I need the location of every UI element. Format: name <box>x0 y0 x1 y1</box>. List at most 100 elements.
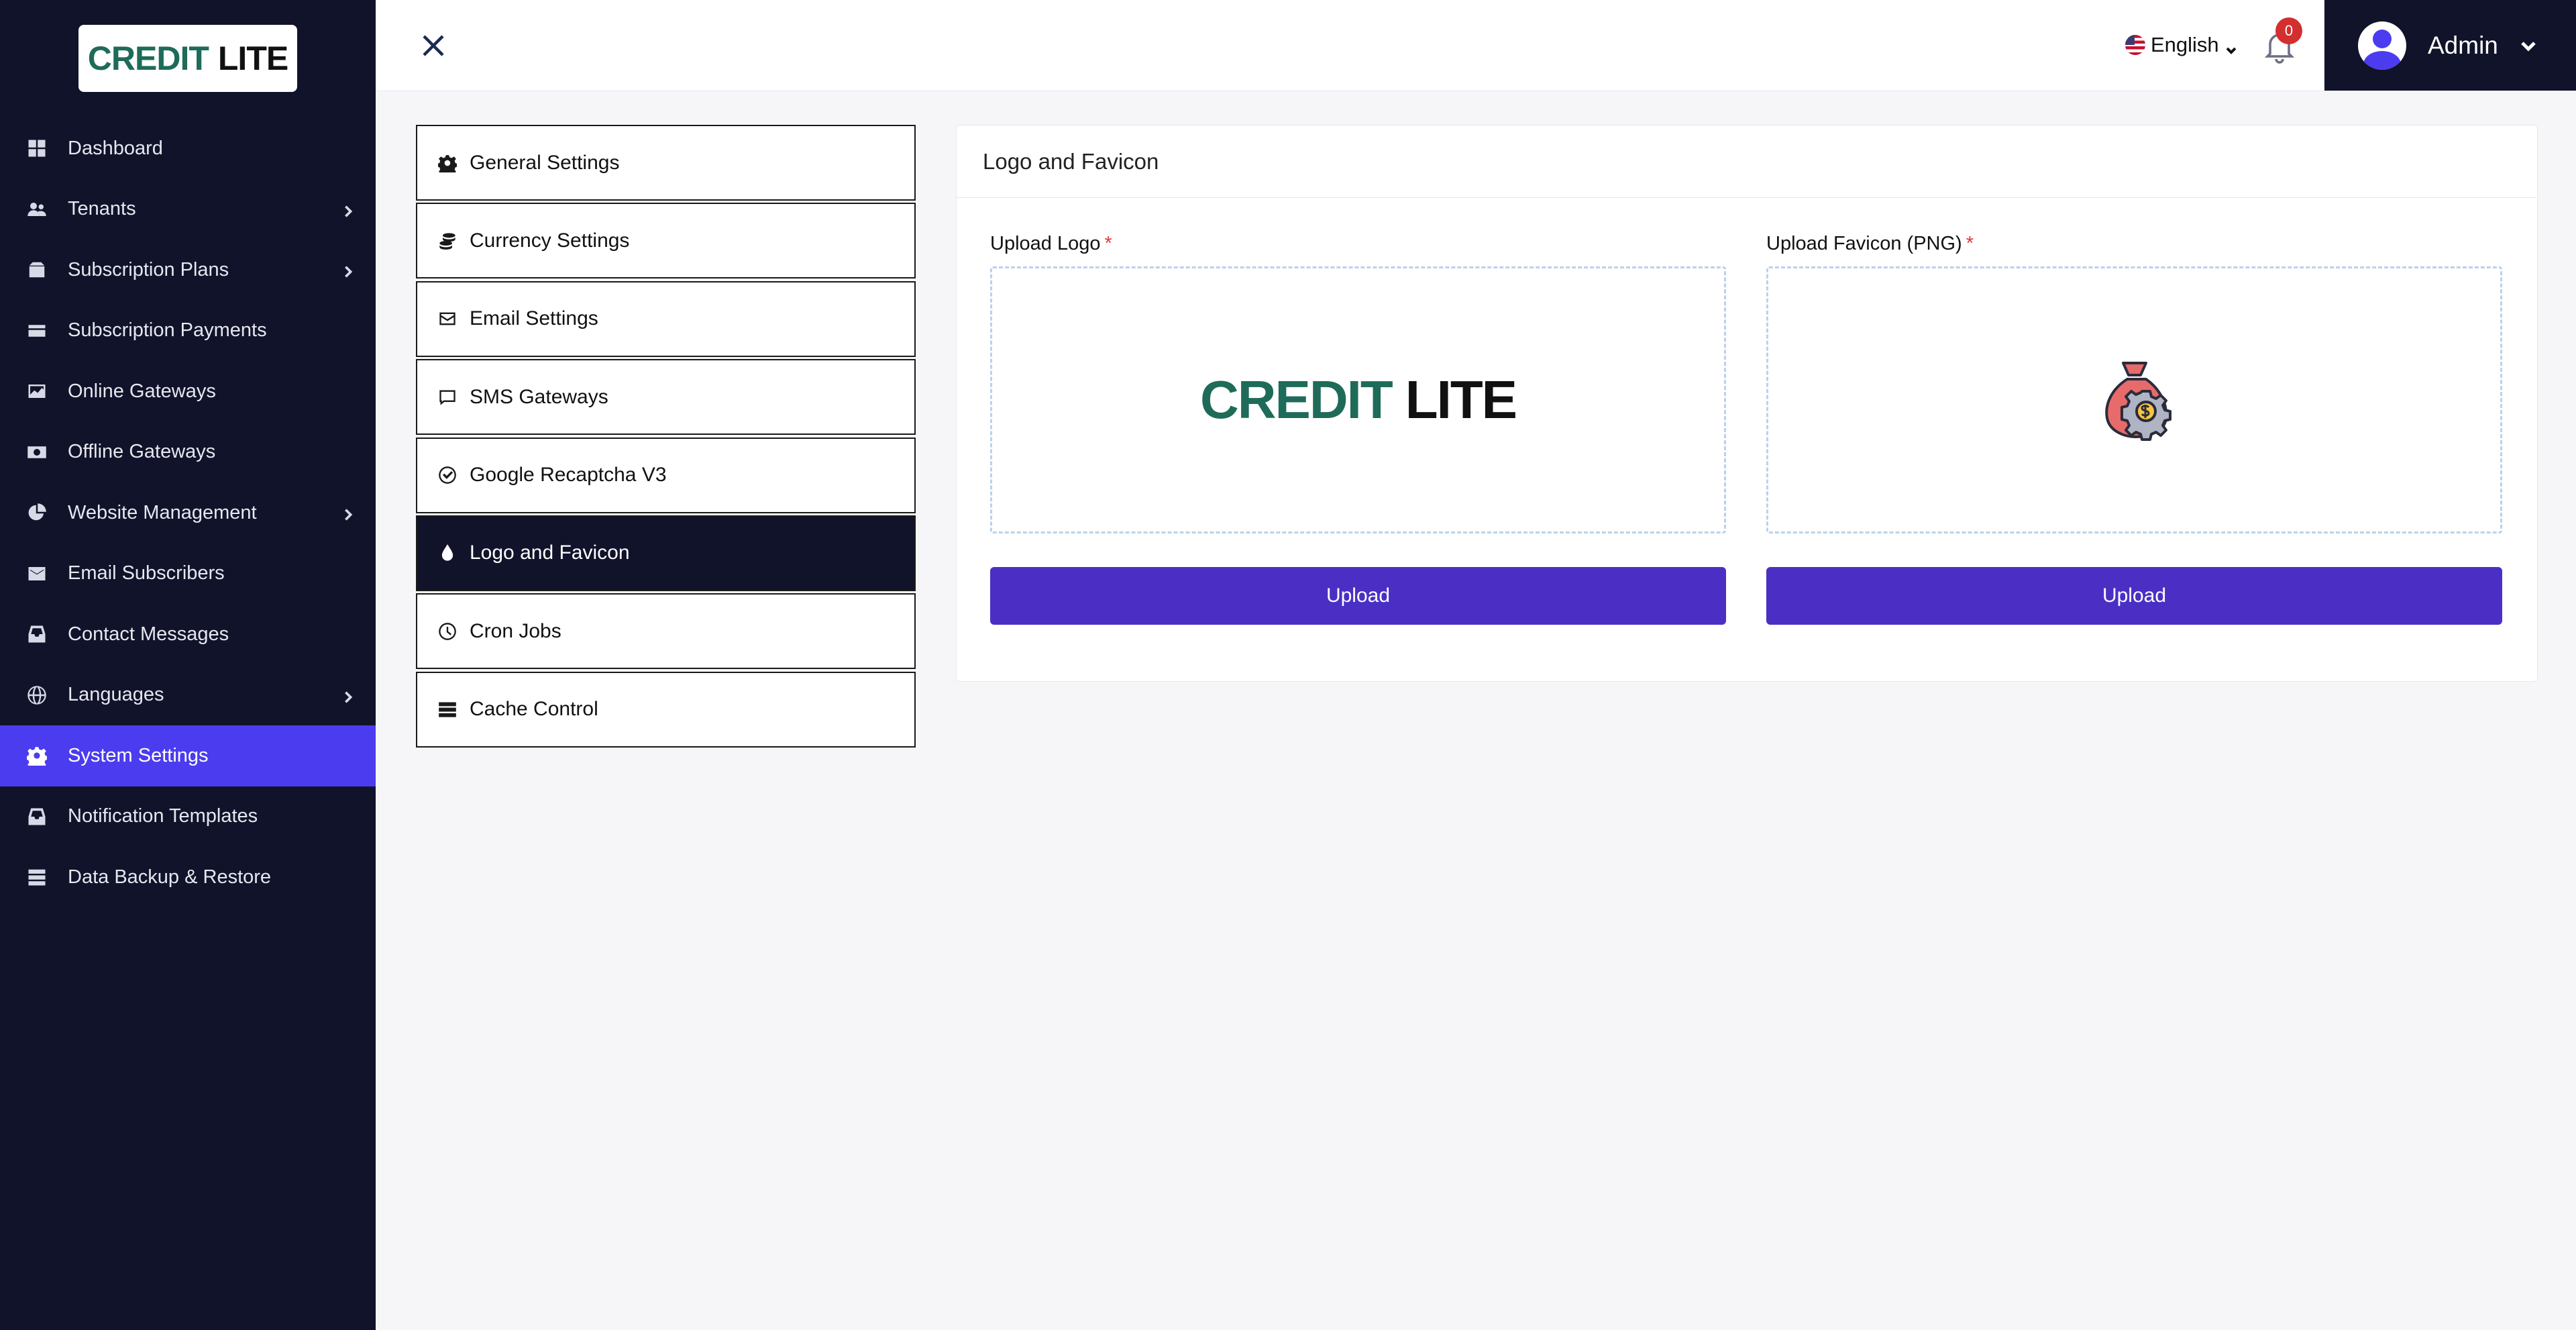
sidebar-item-online-gateways[interactable]: Online Gateways <box>0 361 376 422</box>
settings-item-label: SMS Gateways <box>470 385 608 408</box>
inbox-icon <box>25 623 48 646</box>
box-icon <box>25 258 48 281</box>
close-icon <box>423 35 444 56</box>
droplet-icon <box>437 543 458 563</box>
settings-item-cache-control[interactable]: Cache Control <box>416 671 916 748</box>
sidebar-item-label: Data Backup & Restore <box>68 866 272 888</box>
logo-preview-part1: CREDIT <box>1199 370 1393 429</box>
settings-item-sms-gateways[interactable]: SMS Gateways <box>416 359 916 436</box>
brand-logo[interactable]: CREDIT LITE <box>78 25 297 92</box>
chevron-down-icon <box>2224 38 2238 54</box>
topbar: English 0 Admin <box>376 0 2576 91</box>
sidebar-item-label: Subscription Payments <box>68 319 267 342</box>
sidebar: CREDIT LITE Dashboard Tenants Subscriptio… <box>0 0 376 1330</box>
check-circle-icon <box>437 465 458 485</box>
notification-count-badge: 0 <box>2275 17 2302 44</box>
logo-favicon-card: Logo and Favicon Upload Logo * CREDIT LITE… <box>956 125 2538 682</box>
chevron-down-icon <box>2518 36 2538 56</box>
avatar <box>2358 21 2406 70</box>
sidebar-item-label: Languages <box>68 684 164 706</box>
sidebar-item-subscription-payments[interactable]: Subscription Payments <box>0 301 376 362</box>
sidebar-item-contact-messages[interactable]: Contact Messages <box>0 604 376 665</box>
sidebar-item-label: Email Subscribers <box>68 562 225 584</box>
sidebar-item-label: Subscription Plans <box>68 258 229 280</box>
chevron-right-icon <box>341 688 356 703</box>
logo-dropzone[interactable]: CREDIT LITE <box>990 266 1726 533</box>
comment-icon <box>437 387 458 407</box>
settings-item-label: General Settings <box>470 151 620 174</box>
sidebar-item-label: Notification Templates <box>68 805 258 827</box>
sidebar-item-system-settings[interactable]: System Settings <box>0 725 376 786</box>
sidebar-item-label: Contact Messages <box>68 623 229 645</box>
user-menu[interactable]: Admin <box>2324 0 2576 91</box>
settings-item-label: Currency Settings <box>470 229 630 252</box>
clock-icon <box>437 621 458 642</box>
favicon-upload-label: Upload Favicon (PNG) * <box>1766 233 2502 257</box>
language-selector[interactable]: English <box>2125 30 2238 60</box>
favicon-dropzone[interactable] <box>1766 266 2502 533</box>
money-bill-icon <box>25 441 48 464</box>
gear-icon <box>25 744 48 767</box>
settings-item-label: Logo and Favicon <box>470 542 630 564</box>
sidebar-nav: Dashboard Tenants Subscription Plans Sub… <box>0 118 376 908</box>
sidebar-item-languages[interactable]: Languages <box>0 665 376 726</box>
sidebar-item-tenants[interactable]: Tenants <box>0 179 376 240</box>
required-mark: * <box>1104 233 1112 254</box>
us-flag-icon <box>2125 35 2145 55</box>
favicon-label-text: Upload Favicon (PNG) <box>1766 233 1962 254</box>
upload-favicon-button[interactable]: Upload <box>1766 567 2502 625</box>
logo-preview: CREDIT LITE <box>1199 369 1517 431</box>
card-title: Logo and Favicon <box>957 125 2537 198</box>
logo-upload-label: Upload Logo * <box>990 233 1726 257</box>
gear-icon <box>437 153 458 173</box>
settings-item-label: Cache Control <box>470 698 598 721</box>
sidebar-item-label: Website Management <box>68 501 257 523</box>
sidebar-item-label: Dashboard <box>68 137 163 159</box>
user-name: Admin <box>2428 31 2498 59</box>
coins-icon <box>437 231 458 251</box>
upload-logo-button[interactable]: Upload <box>990 567 1726 625</box>
sidebar-item-website-management[interactable]: Website Management <box>0 482 376 544</box>
online-gateway-icon <box>25 380 48 403</box>
logo-preview-part2: LITE <box>1405 370 1517 429</box>
chevron-right-icon <box>341 202 356 217</box>
sidebar-item-label: Online Gateways <box>68 380 216 402</box>
sidebar-item-subscription-plans[interactable]: Subscription Plans <box>0 240 376 301</box>
logo-upload-section: Upload Logo * CREDIT LITE Upload <box>990 233 1726 625</box>
settings-item-currency[interactable]: Currency Settings <box>416 203 916 279</box>
settings-item-label: Cron Jobs <box>470 619 561 642</box>
settings-item-recaptcha[interactable]: Google Recaptcha V3 <box>416 437 916 513</box>
settings-item-email[interactable]: Email Settings <box>416 280 916 357</box>
credit-card-icon <box>25 319 48 342</box>
settings-item-general[interactable]: General Settings <box>416 125 916 201</box>
globe-icon <box>25 684 48 707</box>
database-icon <box>25 866 48 888</box>
settings-item-cron-jobs[interactable]: Cron Jobs <box>416 593 916 670</box>
sidebar-item-label: Offline Gateways <box>68 441 216 463</box>
envelope-icon <box>25 562 48 585</box>
settings-menu: General Settings Currency Settings Email… <box>416 125 916 750</box>
settings-item-label: Google Recaptcha V3 <box>470 464 667 487</box>
brand-logo-part2: LITE <box>217 40 288 77</box>
chevron-right-icon <box>341 262 356 278</box>
envelope-icon <box>437 309 458 329</box>
chevron-right-icon <box>341 505 356 521</box>
language-label: English <box>2151 33 2219 56</box>
sidebar-item-notification-templates[interactable]: Notification Templates <box>0 786 376 848</box>
logo-label-text: Upload Logo <box>990 233 1101 254</box>
dashboard-icon <box>25 137 48 160</box>
server-icon <box>437 699 458 719</box>
money-bag-gear-icon <box>2104 362 2171 441</box>
sidebar-item-email-subscribers[interactable]: Email Subscribers <box>0 544 376 605</box>
sidebar-item-offline-gateways[interactable]: Offline Gateways <box>0 422 376 483</box>
sidebar-item-label: Tenants <box>68 198 136 220</box>
settings-item-logo-favicon[interactable]: Logo and Favicon <box>416 515 916 591</box>
sidebar-item-data-backup[interactable]: Data Backup & Restore <box>0 847 376 908</box>
settings-item-label: Email Settings <box>470 307 598 330</box>
close-sidebar-button[interactable] <box>416 28 451 63</box>
required-mark: * <box>1966 233 1974 254</box>
users-icon <box>25 198 48 221</box>
brand-logo-part1: CREDIT <box>87 40 209 77</box>
sidebar-item-dashboard[interactable]: Dashboard <box>0 118 376 179</box>
sidebar-item-label: System Settings <box>68 744 209 766</box>
